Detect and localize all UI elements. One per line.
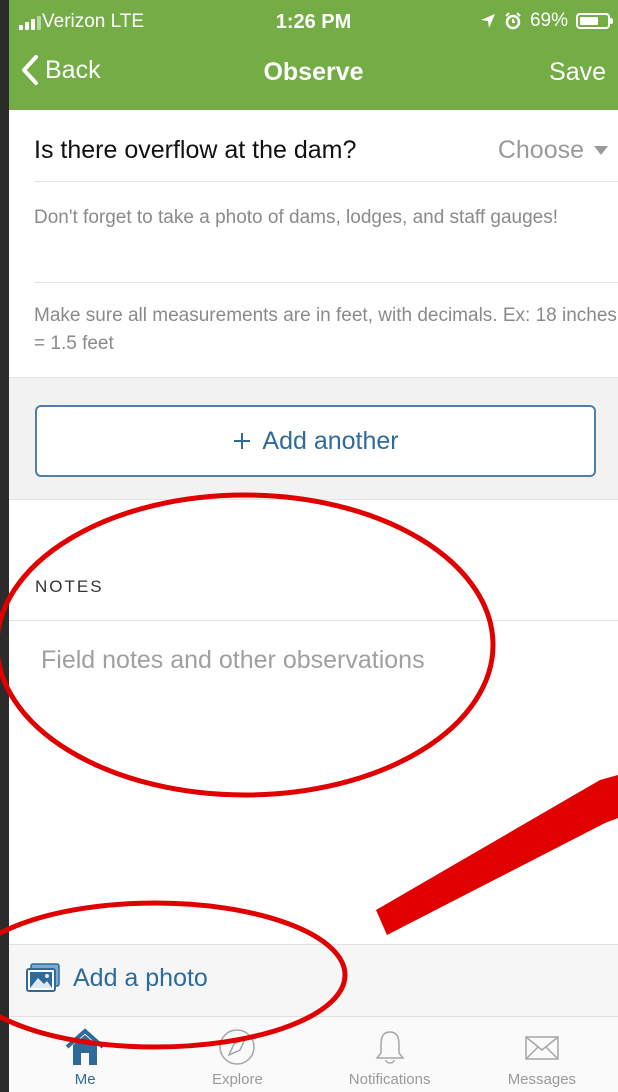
status-bar: Verizon LTE 1:26 PM 69% [9,0,618,44]
tab-explore[interactable]: Explore [161,1017,313,1092]
page-title: Observe [263,58,364,86]
tab-explore-label: Explore [211,1071,263,1088]
nav-bar: Back Observe Save [9,44,618,110]
tab-notifications-label: Notifications [348,1071,431,1088]
measurement-hint-text: Make sure all measurements are in feet, … [34,305,617,354]
envelope-icon [525,1036,559,1060]
home-icon [65,1028,105,1065]
photo-icon [26,963,60,992]
choose-dropdown[interactable]: Choose [498,136,608,165]
app-header: Verizon LTE 1:26 PM 69% Back Observe Sav… [9,0,618,110]
tab-messages-label: Messages [507,1071,577,1088]
overflow-question-row[interactable]: Is there overflow at the dam? Choose [34,118,618,182]
photo-bar: Add a photo [9,944,618,1016]
battery-icon [576,13,613,29]
alarm-icon [505,12,521,30]
bell-icon [375,1031,405,1064]
add-photo-label: Add a photo [73,963,208,992]
tab-notifications[interactable]: Notifications [314,1017,466,1092]
status-right: 69% [480,10,613,32]
notes-input[interactable] [39,636,603,684]
location-arrow-icon [480,14,495,28]
phone-screen: Verizon LTE 1:26 PM 69% Back Observe Sav… [9,0,618,1092]
add-photo-button[interactable]: Add a photo [25,963,208,993]
divider [9,620,618,621]
add-another-button[interactable]: Add another [35,405,596,477]
save-button[interactable]: Save [549,58,606,87]
choose-label: Choose [497,136,584,164]
add-another-label: Add another [262,426,399,455]
caret-down-icon [594,146,608,155]
tab-bar: Me Explore Notifications Messages [9,1016,618,1092]
tab-messages[interactable]: Messages [466,1017,618,1092]
add-another-section: Add another [9,377,618,500]
plus-icon [234,433,251,449]
notes-section-label: NOTES [35,577,104,596]
tab-me-label: Me [74,1071,96,1088]
battery-percent: 69% [529,10,568,31]
compass-icon [219,1029,256,1065]
photo-hint-text: Don't forget to take a photo of dams, lo… [34,207,559,228]
divider [34,282,618,283]
question-label: Is there overflow at the dam? [34,136,357,164]
tab-me[interactable]: Me [9,1017,161,1092]
